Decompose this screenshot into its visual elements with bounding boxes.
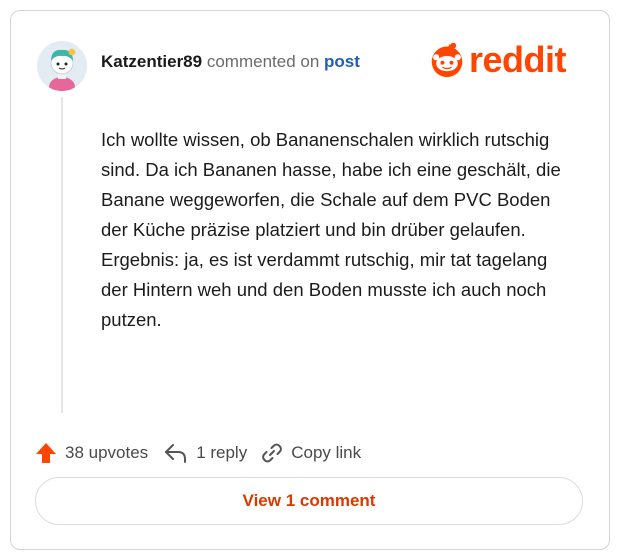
reddit-wordmark: reddit (469, 39, 567, 80)
link-icon (262, 443, 283, 463)
reddit-snoo-icon (431, 42, 463, 78)
reply-button[interactable]: 1 reply (164, 442, 247, 464)
comment-body: Ich wollte wissen, ob Bananenschalen wir… (101, 125, 571, 335)
reddit-logo: reddit (429, 39, 567, 80)
comment-paragraph: Ich wollte wissen, ob Bananenschalen wir… (101, 129, 561, 240)
comment-paragraph: Ergebnis: ja, es ist verdammt rutschig, … (101, 249, 548, 330)
comment-header: Katzentier89 commented on post (101, 51, 360, 73)
avatar-image (37, 41, 87, 91)
reply-count: 1 reply (196, 443, 248, 462)
avatar[interactable] (37, 41, 87, 91)
upvote-count: 38 upvotes (65, 443, 149, 462)
view-comment-label: View 1 comment (242, 491, 376, 510)
upvote-button[interactable]: 38 upvotes (35, 442, 148, 464)
copy-link-label: Copy link (291, 443, 362, 462)
copy-link-button[interactable]: Copy link (261, 442, 361, 464)
comment-card: Katzentier89 commented on post reddit Ic… (10, 10, 610, 550)
view-comment-button[interactable]: View 1 comment (35, 477, 583, 525)
thread-line (61, 97, 63, 413)
comment-actions: 38 upvotes 1 reply Copy link (35, 439, 361, 467)
username-link[interactable]: Katzentier89 (101, 52, 202, 71)
post-link[interactable]: post (324, 52, 360, 71)
commented-on-text: commented on (206, 52, 320, 71)
reply-arrow-icon (165, 444, 187, 463)
upvote-arrow-icon (36, 443, 56, 463)
